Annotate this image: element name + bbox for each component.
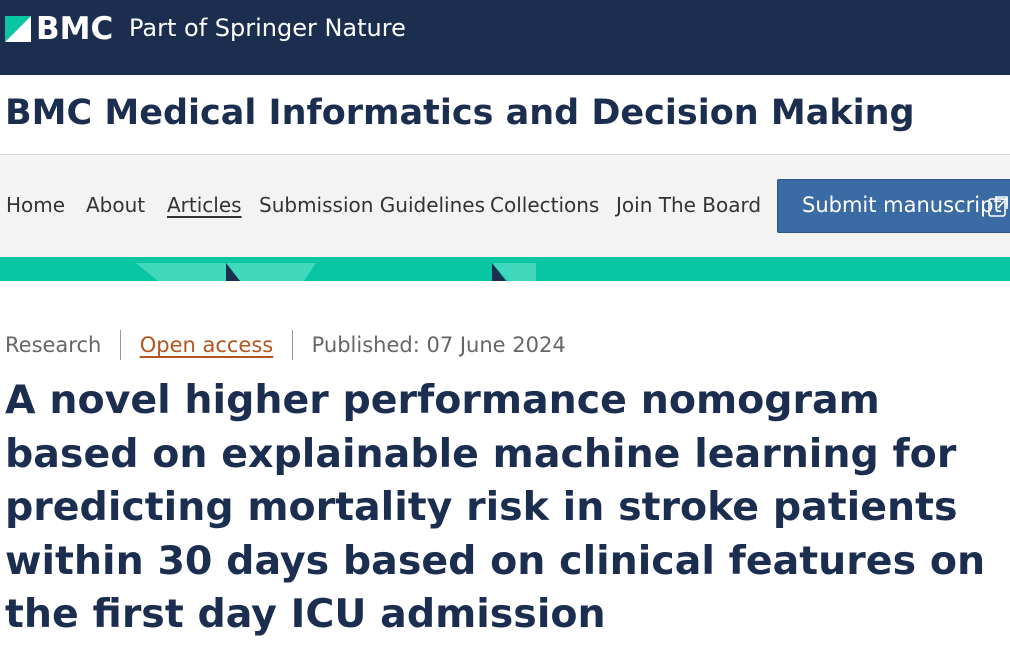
nav-articles[interactable]: Articles (167, 193, 242, 217)
external-link-icon (988, 196, 1008, 217)
meta-divider (120, 330, 122, 360)
decorative-band (0, 257, 1010, 281)
submit-manuscript-button[interactable]: Submit manuscript (777, 179, 1010, 233)
open-access-link[interactable]: Open access (140, 333, 274, 357)
article-type: Research (5, 333, 102, 357)
bmc-logo-icon[interactable] (5, 16, 31, 42)
band-pattern-icon (136, 263, 536, 281)
bmc-logo-text[interactable]: BMC (36, 11, 113, 47)
nav-submission-guidelines[interactable]: Submission Guidelines (259, 193, 485, 217)
journal-title[interactable]: BMC Medical Informatics and Decision Mak… (5, 93, 915, 133)
published-date: Published: 07 June 2024 (311, 333, 566, 357)
nav-home[interactable]: Home (6, 193, 65, 217)
nav-about[interactable]: About (86, 193, 145, 217)
nav-join-the-board[interactable]: Join The Board (616, 193, 761, 217)
nav-collections[interactable]: Collections (490, 193, 599, 217)
journal-banner: BMC Medical Informatics and Decision Mak… (0, 75, 1010, 155)
article-title: A novel higher performance nomogram base… (5, 377, 986, 637)
submit-manuscript-label: Submit manuscript (802, 193, 1002, 217)
journal-nav: Home About Articles Submission Guideline… (0, 155, 1010, 257)
meta-divider (291, 330, 293, 360)
springer-nature-link[interactable]: Part of Springer Nature (129, 14, 406, 42)
article-meta: Research Open access Published: 07 June … (5, 330, 566, 360)
site-header: BMC Part of Springer Nature (0, 0, 1010, 75)
